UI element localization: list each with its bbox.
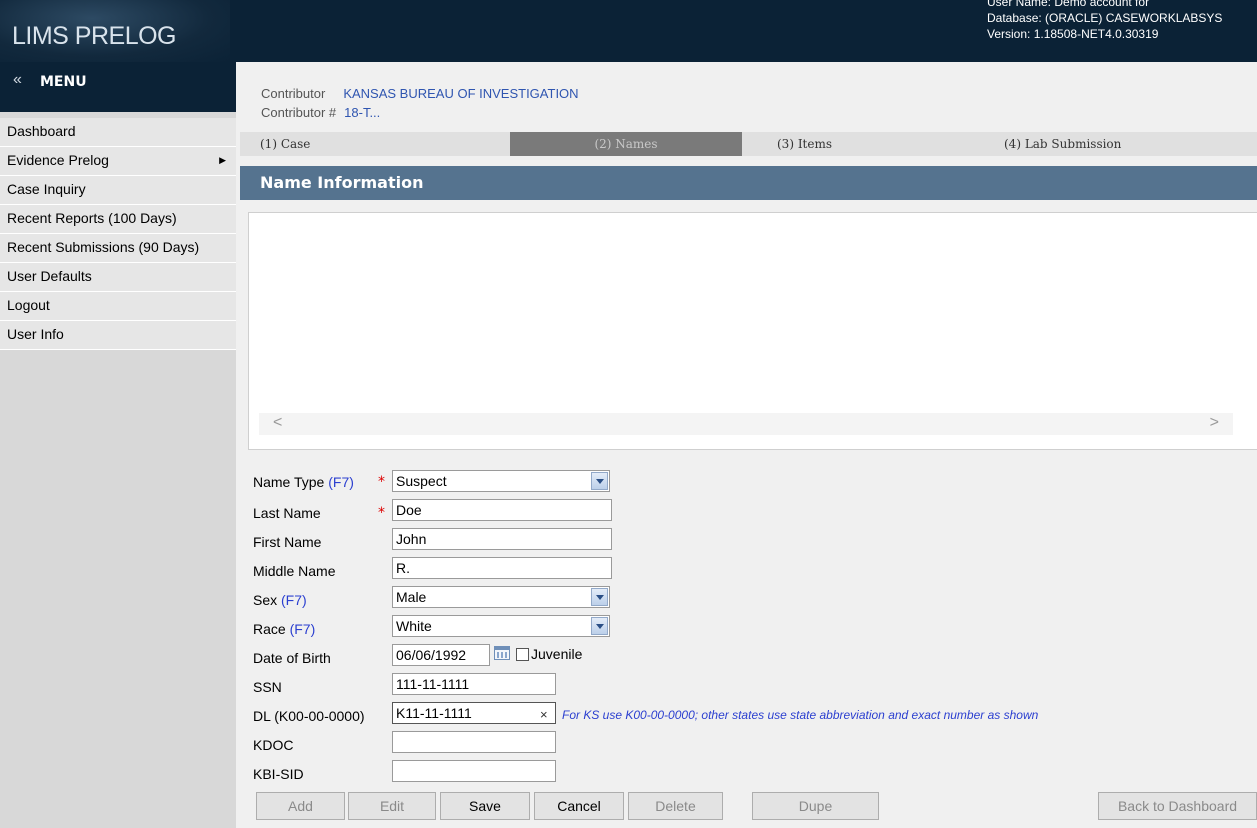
hotkey-hint: (F7) bbox=[281, 592, 307, 608]
menu-item-evidence-prelog[interactable]: Evidence Prelog ▶ bbox=[0, 147, 236, 176]
app-logo: LIMS PRELOG bbox=[12, 22, 177, 50]
scroll-right-icon[interactable]: > bbox=[1210, 414, 1219, 432]
add-button[interactable]: Add bbox=[256, 792, 345, 820]
race-select[interactable]: White bbox=[392, 615, 610, 637]
kbi-sid-input[interactable] bbox=[392, 760, 556, 782]
delete-button[interactable]: Delete bbox=[628, 792, 723, 820]
select-value: Suspect bbox=[396, 473, 447, 489]
dl-label: DL (K00-00-0000) bbox=[253, 708, 365, 724]
sex-select[interactable]: Male bbox=[392, 586, 610, 608]
version-text: Version: 1.18508-NET4.0.30319 bbox=[987, 27, 1159, 41]
dl-input[interactable]: K11-11-1111 bbox=[392, 702, 556, 724]
contributor-value: KANSAS BUREAU OF INVESTIGATION bbox=[343, 86, 579, 101]
menu-header: « MENU bbox=[0, 62, 236, 112]
ssn-input[interactable]: 111-11-1111 bbox=[392, 673, 556, 695]
clear-icon[interactable]: × bbox=[540, 707, 548, 722]
edit-button[interactable]: Edit bbox=[348, 792, 436, 820]
last-name-label: Last Name bbox=[253, 505, 321, 521]
contributor-info: Contributor KANSAS BUREAU OF INVESTIGATIO… bbox=[261, 84, 579, 122]
menu-item-user-defaults[interactable]: User Defaults bbox=[0, 263, 236, 292]
menu-item-label: Recent Submissions (90 Days) bbox=[7, 239, 200, 255]
user-name-text: User Name: Demo account for bbox=[987, 0, 1150, 9]
kdoc-input[interactable] bbox=[392, 731, 556, 753]
scroll-left-icon[interactable]: < bbox=[273, 414, 282, 432]
dl-hint: For KS use K00-00-0000; other states use… bbox=[562, 708, 1039, 722]
chevron-down-icon[interactable] bbox=[591, 472, 608, 490]
menu-item-label: Dashboard bbox=[7, 123, 76, 139]
dupe-button[interactable]: Dupe bbox=[752, 792, 879, 820]
tab-names[interactable]: (2) Names bbox=[510, 132, 742, 156]
select-value: White bbox=[396, 618, 432, 634]
hotkey-hint: (F7) bbox=[328, 474, 354, 490]
kdoc-label: KDOC bbox=[253, 737, 294, 753]
section-title: Name Information bbox=[240, 166, 1257, 200]
session-info: User Name: Demo account for Database: (O… bbox=[987, 0, 1257, 42]
last-name-input[interactable]: Doe bbox=[392, 499, 612, 521]
submenu-arrow-icon: ▶ bbox=[219, 155, 226, 165]
menu-item-label: User Info bbox=[7, 326, 64, 342]
menu-title: MENU bbox=[40, 74, 87, 90]
collapse-menu-icon[interactable]: « bbox=[13, 71, 22, 89]
tab-case[interactable]: (1) Case bbox=[260, 132, 310, 156]
menu-item-label: User Defaults bbox=[7, 268, 92, 284]
tab-items[interactable]: (3) Items bbox=[777, 132, 832, 156]
menu-item-label: Recent Reports (100 Days) bbox=[7, 210, 177, 226]
menu-item-user-info[interactable]: User Info bbox=[0, 321, 236, 350]
first-name-label: First Name bbox=[253, 534, 322, 550]
race-label: Race (F7) bbox=[253, 621, 315, 637]
menu-list: Dashboard Evidence Prelog ▶ Case Inquiry … bbox=[0, 118, 236, 350]
name-type-select[interactable]: Suspect bbox=[392, 470, 610, 492]
horizontal-scrollbar[interactable]: < > bbox=[259, 413, 1233, 435]
app-header: LIMS PRELOG User Name: Demo account for … bbox=[0, 0, 1257, 62]
menu-item-logout[interactable]: Logout bbox=[0, 292, 236, 321]
calendar-icon[interactable] bbox=[494, 646, 510, 660]
names-grid: < > bbox=[248, 212, 1257, 450]
contributor-number-label: Contributor # bbox=[261, 105, 337, 120]
kbi-sid-label: KBI-SID bbox=[253, 766, 304, 782]
juvenile-label: Juvenile bbox=[531, 646, 583, 662]
menu-item-case-inquiry[interactable]: Case Inquiry bbox=[0, 176, 236, 205]
juvenile-checkbox[interactable] bbox=[516, 648, 529, 661]
required-marker: * bbox=[378, 474, 385, 490]
database-text: Database: (ORACLE) CASEWORKLABSYS bbox=[987, 11, 1223, 25]
hotkey-hint: (F7) bbox=[289, 621, 316, 637]
chevron-down-icon[interactable] bbox=[591, 588, 608, 606]
required-marker: * bbox=[378, 505, 385, 521]
menu-item-label: Logout bbox=[7, 297, 50, 313]
middle-name-input[interactable]: R. bbox=[392, 557, 612, 579]
select-value: Male bbox=[396, 589, 427, 605]
label-text: Name Type bbox=[253, 474, 325, 490]
first-name-input[interactable]: John bbox=[392, 528, 612, 550]
chevron-down-icon[interactable] bbox=[591, 617, 608, 635]
back-to-dashboard-button[interactable]: Back to Dashboard bbox=[1098, 792, 1257, 820]
label-text: Sex bbox=[253, 592, 278, 608]
menu-item-label: Case Inquiry bbox=[7, 181, 86, 197]
save-button[interactable]: Save bbox=[440, 792, 530, 820]
name-type-label: Name Type (F7) bbox=[253, 474, 354, 490]
wizard-tabs: (1) Case (2) Names (3) Items (4) Lab Sub… bbox=[240, 132, 1257, 156]
dob-label: Date of Birth bbox=[253, 650, 331, 666]
contributor-label: Contributor bbox=[261, 86, 326, 101]
menu-item-label: Evidence Prelog bbox=[7, 152, 109, 168]
menu-item-recent-submissions[interactable]: Recent Submissions (90 Days) bbox=[0, 234, 236, 263]
menu-item-dashboard[interactable]: Dashboard bbox=[0, 118, 236, 147]
dob-input[interactable]: 06/06/1992 bbox=[392, 644, 490, 666]
ssn-label: SSN bbox=[253, 679, 282, 695]
contributor-number-value: 18-T... bbox=[344, 105, 381, 120]
tab-lab-submission[interactable]: (4) Lab Submission bbox=[1004, 132, 1121, 156]
cancel-button[interactable]: Cancel bbox=[534, 792, 624, 820]
sex-label: Sex (F7) bbox=[253, 592, 307, 608]
middle-name-label: Middle Name bbox=[253, 563, 336, 579]
main-content: Contributor KANSAS BUREAU OF INVESTIGATIO… bbox=[236, 62, 1257, 828]
menu-item-recent-reports[interactable]: Recent Reports (100 Days) bbox=[0, 205, 236, 234]
label-text: Race bbox=[253, 621, 286, 637]
